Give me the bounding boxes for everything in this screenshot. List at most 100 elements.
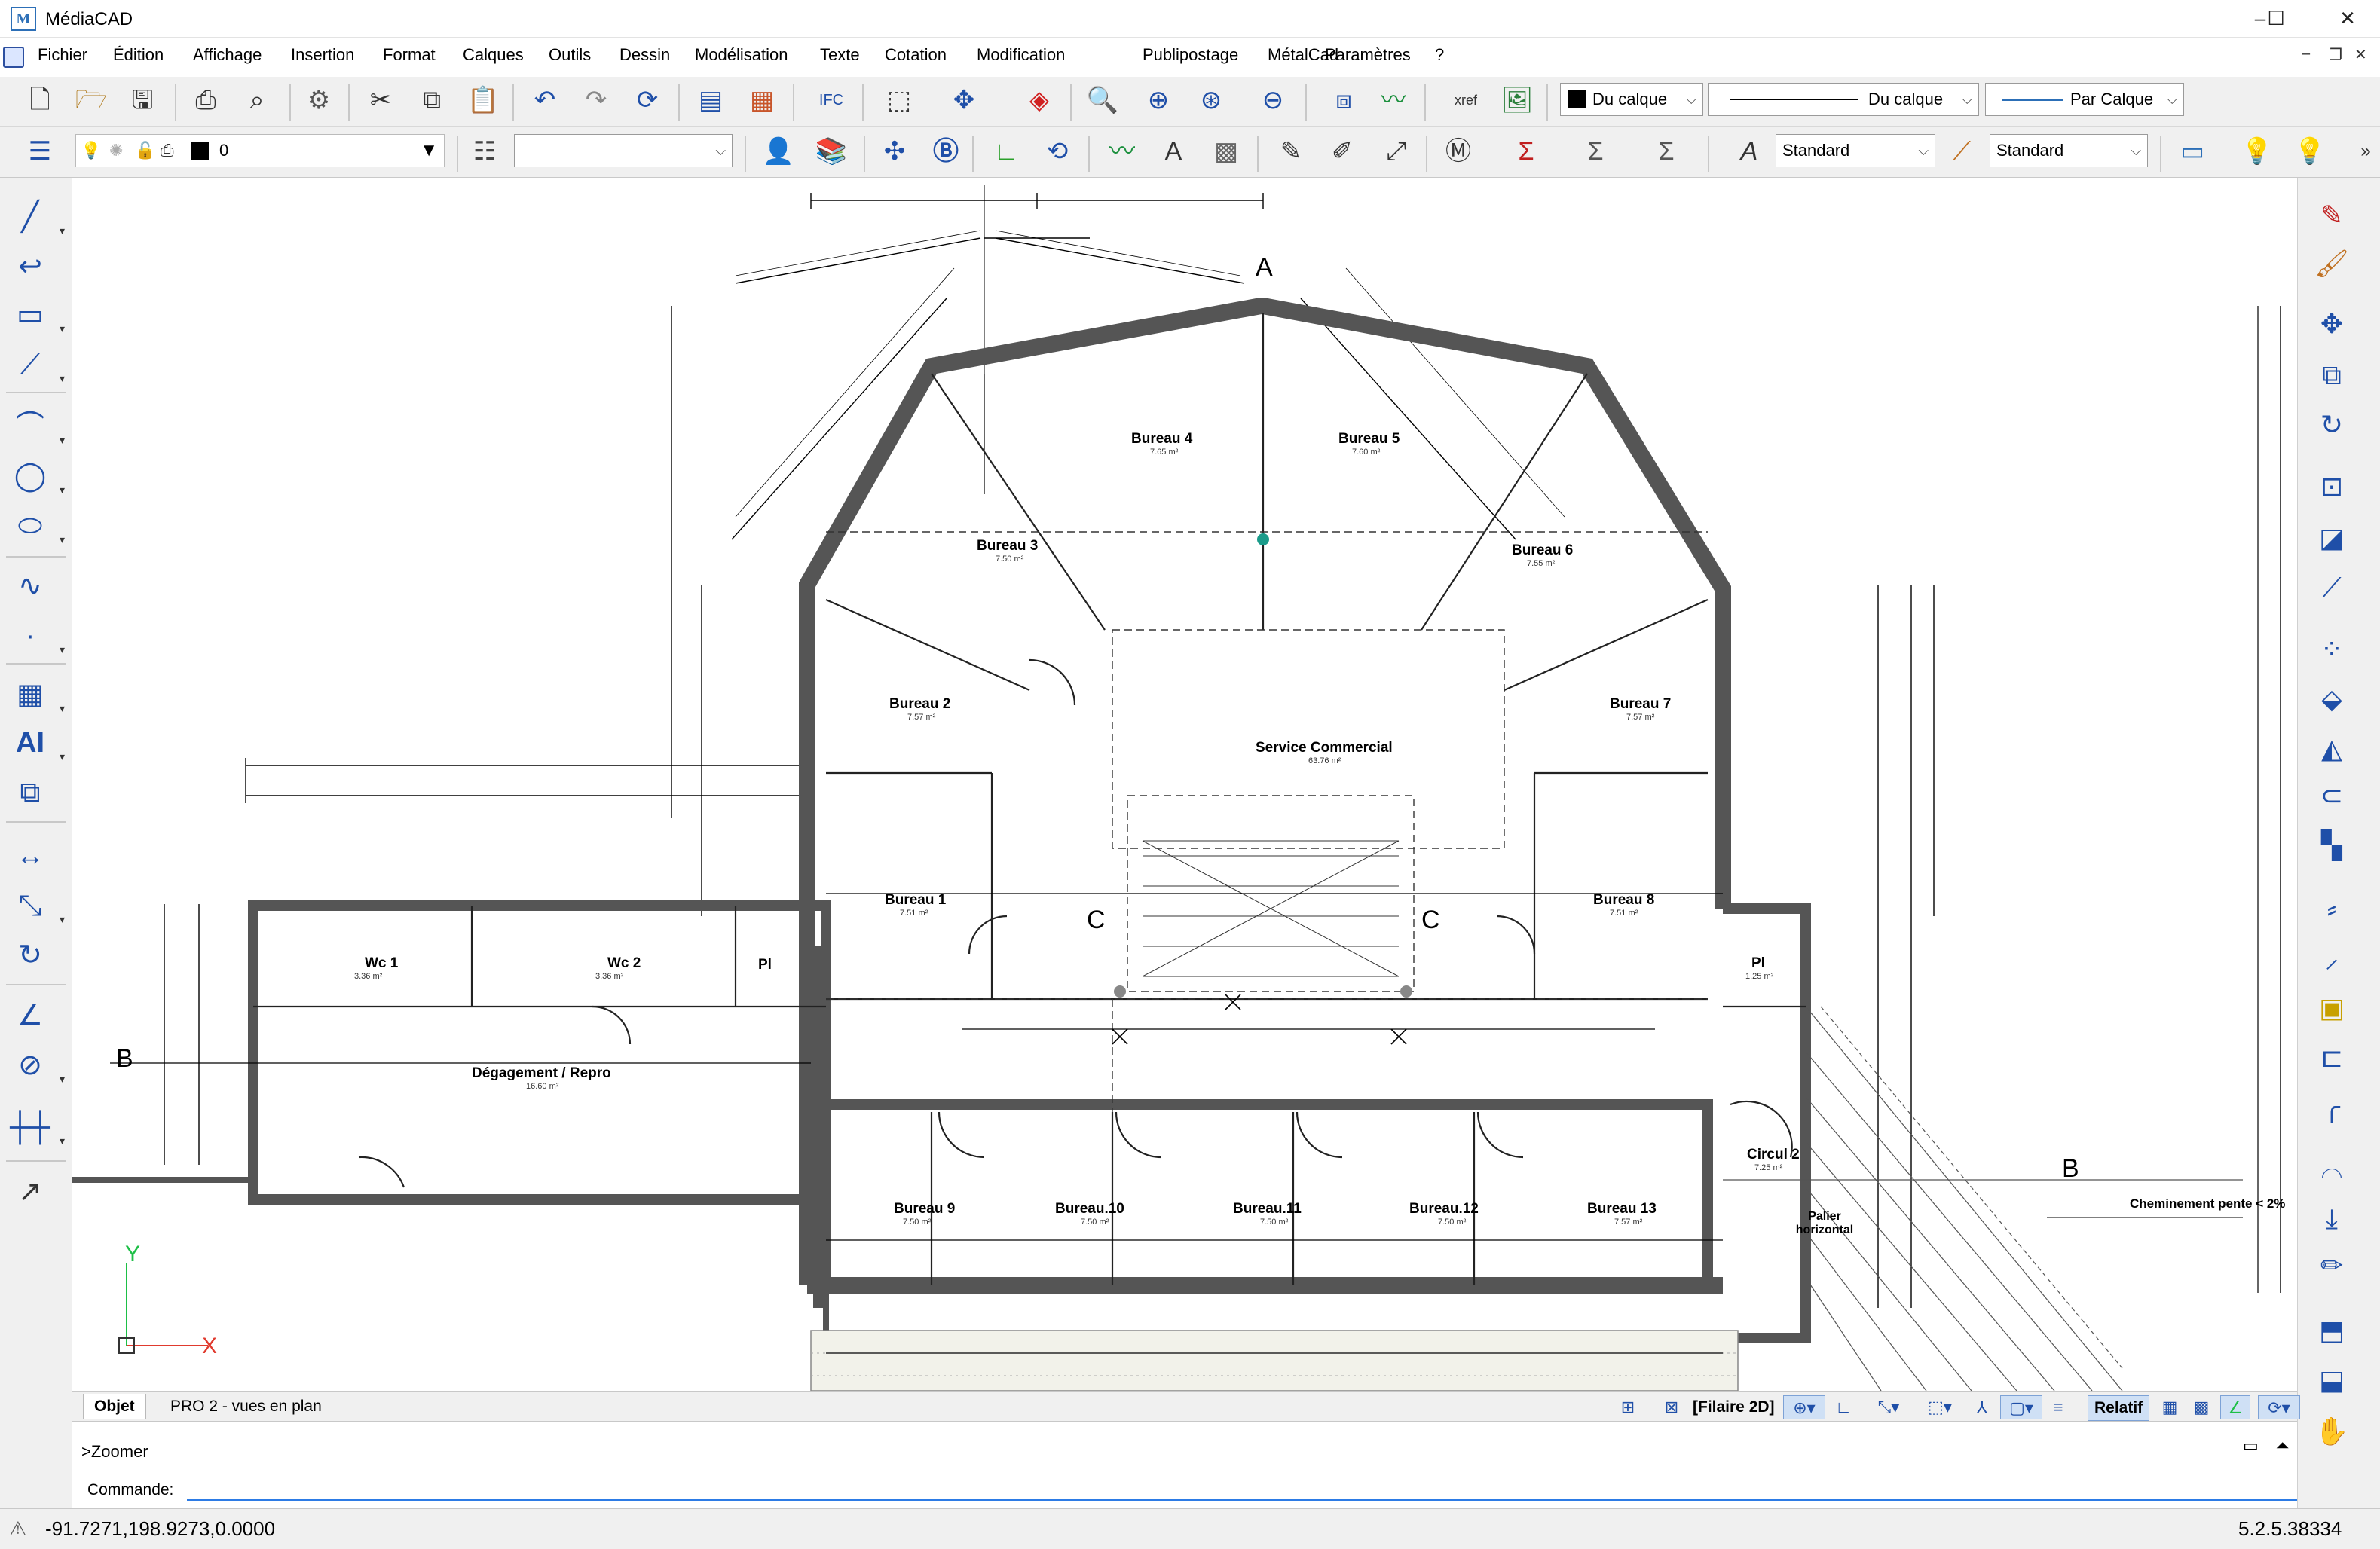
diameter-dimension-icon[interactable]: ⊘ ▾	[9, 1046, 65, 1085]
scale-objects-icon[interactable]: ⊡	[2311, 467, 2353, 506]
relative-toggle[interactable]: Relatif	[2088, 1395, 2150, 1421]
rotation-icon[interactable]: ⟳▾	[2258, 1395, 2300, 1419]
xref-icon[interactable]: xref	[1448, 83, 1483, 118]
arc-icon[interactable]: ⌒ ▾	[9, 407, 65, 446]
menu-texte[interactable]: Texte	[820, 45, 860, 65]
menu-calques[interactable]: Calques	[463, 45, 524, 65]
refresh-icon[interactable]: ⟳	[630, 83, 665, 118]
navigate-icon[interactable]: ◈	[1022, 83, 1057, 118]
trim-icon[interactable]: ⸗	[2311, 889, 2353, 928]
text-style-icon[interactable]: A	[1156, 134, 1191, 169]
terrain-icon[interactable]: 〰	[1376, 83, 1411, 118]
zoom-extents-icon[interactable]: ⊛	[1194, 83, 1228, 118]
menu-fichier[interactable]: Fichier	[38, 45, 87, 65]
mirror-icon[interactable]: ◭	[2311, 729, 2353, 768]
undo-icon[interactable]: ↶	[528, 83, 562, 118]
menu-lines-icon[interactable]: ≡	[2047, 1395, 2069, 1419]
menu-edition[interactable]: Édition	[113, 45, 164, 65]
contour-icon[interactable]: 〰	[1105, 134, 1140, 169]
snap-icon[interactable]: ⊕▾	[1783, 1395, 1825, 1419]
angular-dimension-icon[interactable]: ∠	[9, 996, 51, 1035]
zoom-previous-icon[interactable]: ⊖	[1256, 83, 1290, 118]
light-on-icon[interactable]: 💡	[2240, 134, 2274, 169]
pencil-edit-icon[interactable]: ✏	[2311, 1246, 2353, 1285]
dim-style-icon[interactable]: ⟋	[1944, 134, 1979, 169]
menu-dessin[interactable]: Dessin	[619, 45, 670, 65]
close-button[interactable]: ✕	[2315, 0, 2380, 38]
drawing-canvas[interactable]: Bureau 4 7.65 m² Bureau 5 7.60 m² Bureau…	[72, 178, 2297, 1391]
document-icon[interactable]	[3, 47, 24, 68]
rotate-icon[interactable]: ↻	[2311, 405, 2353, 445]
lineweight-combo[interactable]: Par Calque ⌵	[1985, 83, 2184, 116]
linetype-combo[interactable]: Du calque ⌵	[1708, 83, 1979, 116]
copy-objects-icon[interactable]: ⧉	[2311, 356, 2353, 395]
zoom-window-icon[interactable]: ⊕	[1141, 83, 1176, 118]
mdi-close-button[interactable]: ✕	[2354, 45, 2367, 64]
array-icon[interactable]: ⁘	[2311, 630, 2353, 669]
mdi-minimize-button[interactable]: –	[2302, 45, 2310, 63]
join-icon[interactable]: ⊏	[2311, 1038, 2353, 1077]
extend-icon[interactable]: ⸝	[2311, 939, 2353, 978]
polar-icon[interactable]: ⤡▾	[1868, 1395, 1910, 1419]
text-tool-icon[interactable]: AI ▾	[9, 723, 65, 762]
zoom-realtime-icon[interactable]: 🔍	[1085, 83, 1120, 118]
continued-dimension-icon[interactable]: ┼┼ ▾	[9, 1108, 65, 1147]
print-icon[interactable]: ⎙	[188, 83, 223, 118]
hatch-tool-icon[interactable]: ▦ ▾	[9, 675, 65, 714]
menu-publipostage[interactable]: Publipostage	[1143, 45, 1238, 65]
menu-help[interactable]: ?	[1435, 45, 1444, 65]
array-path-icon[interactable]: ⬙	[2311, 680, 2353, 719]
move-icon[interactable]: ✥	[2311, 304, 2353, 344]
block-icon[interactable]: ⧈	[1326, 83, 1361, 118]
dynamic-ucs-icon[interactable]: ⅄	[1967, 1395, 1997, 1419]
sigma-angle-icon[interactable]: Σ	[1649, 134, 1684, 169]
edit-icon[interactable]: ✎	[1274, 134, 1308, 169]
lightbulb-icon[interactable]: 💡	[81, 135, 101, 167]
new-file-icon[interactable]: 🗋	[23, 83, 57, 118]
print-preview-icon[interactable]: ⌕	[240, 83, 274, 118]
settings-icon[interactable]: ⚙	[301, 83, 336, 118]
offset-icon[interactable]: ⊂	[2311, 776, 2353, 815]
image-icon[interactable]: 🖼	[1500, 83, 1534, 118]
menu-affichage[interactable]: Affichage	[193, 45, 262, 65]
copy-icon[interactable]: ⧉	[415, 83, 449, 118]
menu-format[interactable]: Format	[383, 45, 436, 65]
group-icon[interactable]: ⬒	[2311, 1311, 2353, 1350]
layer-combo[interactable]: 💡 ✺ 🔓 ⎙ 0 ▼	[75, 134, 445, 167]
mdi-restore-button[interactable]: ❐	[2329, 45, 2342, 64]
pan-icon[interactable]: ✋	[2311, 1412, 2353, 1451]
cut-icon[interactable]: ✂	[363, 83, 398, 118]
ifc-icon[interactable]: IFC	[814, 83, 849, 118]
ellipse-icon[interactable]: ⬭ ▾	[9, 506, 65, 545]
insert-block-icon[interactable]: ⧉	[9, 773, 51, 812]
grid-snap-icon[interactable]: ▩	[2189, 1395, 2214, 1419]
menu-parametres[interactable]: Paramètres	[1325, 45, 1411, 65]
lineweight-display-icon[interactable]: ▢▾	[2000, 1395, 2042, 1419]
maximize-button[interactable]: ☐	[2244, 0, 2308, 38]
library-icon[interactable]: 📚	[814, 134, 849, 169]
linear-dimension-icon[interactable]: ↔	[9, 836, 51, 875]
explode-icon[interactable]: ✣	[877, 134, 912, 169]
angle-snap-icon[interactable]: ∠	[2220, 1395, 2250, 1419]
leader-icon[interactable]: ↗	[9, 1172, 51, 1211]
viewport-icon[interactable]: ▭	[2175, 134, 2210, 169]
save-icon[interactable]: 🖫	[125, 83, 160, 118]
ortho-icon[interactable]: ∟	[1828, 1395, 1858, 1419]
view-mode-toggle[interactable]: [Filaire 2D]	[1693, 1395, 1775, 1419]
array-grid-icon[interactable]: ▚	[2311, 826, 2353, 865]
rotate-3d-icon[interactable]: ⟲	[1040, 134, 1075, 169]
line-icon[interactable]: ╱ ▾	[9, 197, 65, 237]
match-properties-icon[interactable]: 🖌	[2311, 244, 2353, 283]
light-off-icon[interactable]: 💡	[2293, 134, 2327, 169]
text-style-combo[interactable]: Standard ⌵	[1776, 134, 1935, 167]
properties-icon[interactable]: ▦	[745, 83, 779, 118]
rectangle-icon[interactable]: ▭ ▾	[9, 295, 65, 335]
open-file-icon[interactable]: 🗁	[74, 83, 109, 118]
erase-icon[interactable]: ✎	[2311, 196, 2353, 235]
layers-icon[interactable]: ☰	[23, 134, 57, 169]
lengthen-icon[interactable]: ⟋	[2311, 568, 2353, 607]
scale-icon[interactable]: ⤢	[1379, 134, 1414, 169]
layer-states-icon[interactable]: ☷	[467, 134, 502, 169]
point-icon[interactable]: · ▾	[9, 616, 65, 655]
ucs-icon[interactable]: ∟	[989, 134, 1023, 169]
